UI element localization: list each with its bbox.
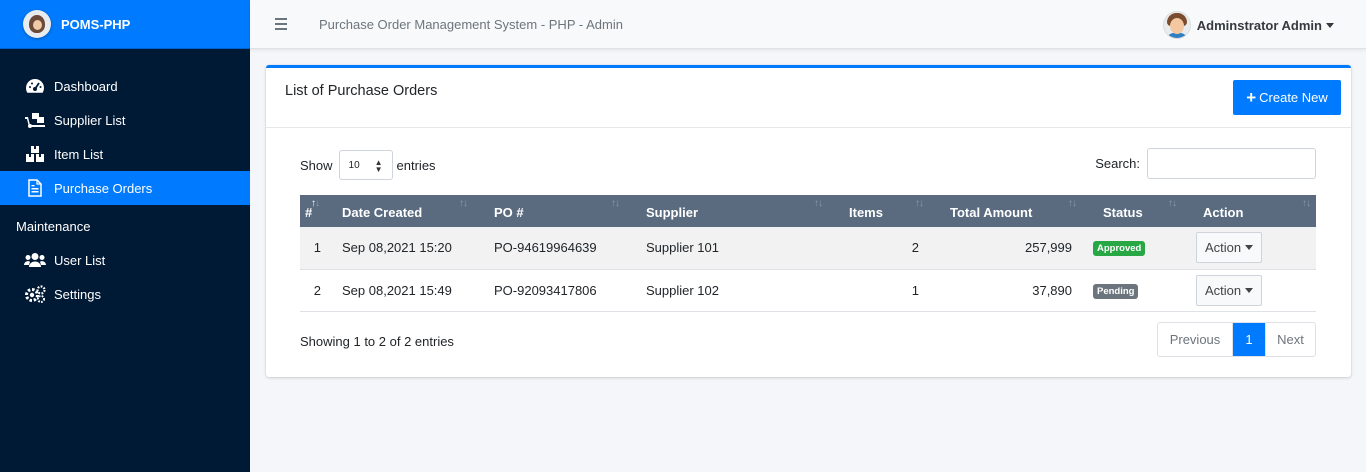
sort-icon: ↑↓ xyxy=(1302,198,1311,209)
table-row: 1 Sep 08,2021 15:20 PO-94619964639 Suppl… xyxy=(300,227,1316,269)
sort-icon: ↑↓ xyxy=(459,198,468,209)
table-info: Showing 1 to 2 of 2 entries xyxy=(300,334,454,349)
cell-action: Action xyxy=(1182,227,1316,269)
brand-link[interactable]: POMS-PHP xyxy=(0,0,250,49)
sidebar-item-label: Item List xyxy=(54,146,104,162)
card-title: List of Purchase Orders xyxy=(285,83,438,99)
top-navbar: Purchase Order Management System - PHP -… xyxy=(250,0,1366,49)
sidebar-section-maintenance: Maintenance xyxy=(16,218,91,234)
cell-total-amount: 37,890 xyxy=(1032,282,1072,298)
caret-down-icon xyxy=(1245,245,1254,251)
sidebar-item-dashboard[interactable]: Dashboard xyxy=(0,69,250,103)
sort-icon: ↑↓ xyxy=(611,198,620,209)
search-control: Search: xyxy=(1095,148,1316,179)
col-header-action[interactable]: Action ↑↓ xyxy=(1182,195,1316,227)
status-badge: Approved xyxy=(1093,241,1146,257)
hamburger-menu-icon[interactable] xyxy=(275,18,287,30)
cogs-icon xyxy=(24,285,46,303)
col-header-items[interactable]: Items ↑↓ xyxy=(828,195,929,227)
cell-action: Action xyxy=(1182,269,1316,311)
page-length-control: Show 10 ▲ ▼ entries xyxy=(300,150,436,180)
dashboard-icon xyxy=(24,77,46,95)
next-page-button[interactable]: Next xyxy=(1265,323,1315,356)
cell-items: 1 xyxy=(911,282,919,298)
col-header-supplier[interactable]: Supplier ↑↓ xyxy=(625,195,828,227)
col-header-number[interactable]: # ↑↓ xyxy=(300,195,321,227)
col-header-po-number[interactable]: PO # ↑↓ xyxy=(473,195,625,227)
boxes-icon xyxy=(24,145,46,163)
user-name: Adminstrator Admin xyxy=(1196,17,1322,33)
sidebar-item-label: Supplier List xyxy=(54,112,126,128)
users-icon xyxy=(24,251,46,269)
cell-items: 2 xyxy=(911,240,919,256)
cell-date-created: Sep 08,2021 15:20 xyxy=(342,240,452,256)
action-dropdown-button[interactable]: Action xyxy=(1196,274,1263,306)
sidebar-item-settings[interactable]: Settings xyxy=(0,277,250,311)
page-length-select[interactable]: 10 ▲ ▼ xyxy=(338,150,393,180)
card-header: List of Purchase Orders + Create New xyxy=(266,68,1351,128)
cell-date-created: Sep 08,2021 15:49 xyxy=(342,282,452,298)
sort-icon: ↑↓ xyxy=(814,198,823,209)
brand-logo xyxy=(23,10,51,38)
sidebar-item-label: Dashboard xyxy=(54,78,118,94)
purchase-orders-card: List of Purchase Orders + Create New Sho… xyxy=(266,65,1351,377)
truck-loading-icon xyxy=(24,111,46,129)
sort-icon: ↑↓ xyxy=(915,198,924,209)
cell-status: Pending xyxy=(1082,269,1182,311)
create-new-button[interactable]: + Create New xyxy=(1233,80,1341,115)
search-input[interactable] xyxy=(1147,148,1316,179)
sidebar-nav: Dashboard Supplier List Item List Purcha… xyxy=(0,49,250,311)
cell-number: 1 xyxy=(313,240,321,256)
caret-down-icon xyxy=(1245,287,1254,293)
pagination: Previous 1 Next xyxy=(1157,322,1316,357)
action-label: Action xyxy=(1205,240,1242,256)
cell-total-amount: 257,999 xyxy=(1025,240,1072,256)
sort-icon: ↑↓ xyxy=(1168,198,1177,209)
col-header-total-amount[interactable]: Total Amount ↑↓ xyxy=(929,195,1082,227)
col-header-status[interactable]: Status ↑↓ xyxy=(1082,195,1182,227)
avatar xyxy=(1162,11,1191,39)
sidebar-item-purchase-orders[interactable]: Purchase Orders xyxy=(0,171,250,205)
plus-icon: + xyxy=(1246,88,1257,107)
system-title: Purchase Order Management System - PHP -… xyxy=(319,16,623,32)
sidebar-item-label: User List xyxy=(54,252,106,268)
status-badge: Pending xyxy=(1093,283,1139,299)
sidebar-item-user-list[interactable]: User List xyxy=(0,243,250,277)
cell-number: 2 xyxy=(313,282,321,298)
table-header-row: # ↑↓ Date Created ↑↓ PO # ↑↓ Supplier ↑↓ Ite… xyxy=(300,195,1316,227)
sidebar-item-item-list[interactable]: Item List xyxy=(0,137,250,171)
cell-supplier: Supplier 102 xyxy=(646,282,719,298)
table-row: 2 Sep 08,2021 15:49 PO-92093417806 Suppl… xyxy=(300,269,1316,311)
sidebar: POMS-PHP Dashboard Supplier List Item Li… xyxy=(0,0,250,472)
brand-name: POMS-PHP xyxy=(61,16,131,32)
col-header-date-created[interactable]: Date Created ↑↓ xyxy=(321,195,473,227)
previous-page-button[interactable]: Previous xyxy=(1158,323,1233,356)
action-dropdown-button[interactable]: Action xyxy=(1196,232,1263,264)
sort-asc-icon: ↑↓ xyxy=(311,198,320,209)
cell-status: Approved xyxy=(1082,227,1182,269)
cell-supplier: Supplier 101 xyxy=(646,240,719,256)
action-label: Action xyxy=(1205,282,1242,298)
user-menu-dropdown[interactable]: Adminstrator Admin xyxy=(1162,11,1334,39)
cell-po-number: PO-94619964639 xyxy=(494,240,597,256)
cell-po-number: PO-92093417806 xyxy=(494,282,597,298)
page-1-button[interactable]: 1 xyxy=(1233,323,1265,356)
caret-down-icon xyxy=(1326,22,1334,28)
sidebar-item-label: Purchase Orders xyxy=(54,180,153,196)
sidebar-item-supplier-list[interactable]: Supplier List xyxy=(0,103,250,137)
show-label: Show xyxy=(300,157,333,173)
search-label: Search: xyxy=(1095,156,1140,171)
select-arrows-icon: ▲ ▼ xyxy=(374,158,383,174)
page-length-value: 10 xyxy=(348,159,360,171)
sort-icon: ↑↓ xyxy=(1068,198,1077,209)
purchase-orders-table: # ↑↓ Date Created ↑↓ PO # ↑↓ Supplier ↑↓ Ite… xyxy=(300,195,1316,312)
create-new-label: Create New xyxy=(1259,90,1328,105)
sidebar-item-label: Settings xyxy=(54,286,101,302)
entries-label: entries xyxy=(396,157,436,173)
file-invoice-icon xyxy=(24,179,46,197)
